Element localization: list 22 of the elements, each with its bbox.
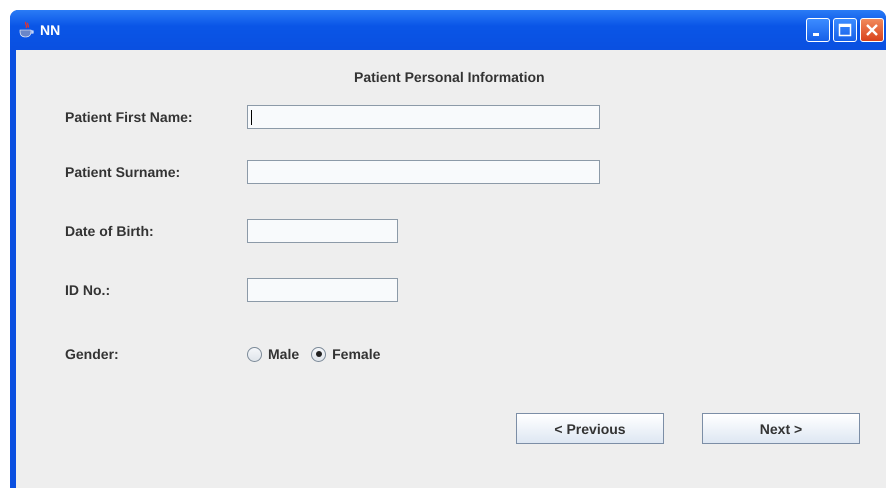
- text-field[interactable]: [247, 219, 398, 243]
- form-heading: Patient Personal Information: [354, 69, 546, 87]
- minimize-icon: [813, 32, 819, 36]
- close-icon: [865, 23, 879, 37]
- field-label: Patient First Name:: [65, 109, 194, 125]
- text-field[interactable]: [247, 278, 398, 302]
- nav-button[interactable]: Next >: [702, 413, 860, 444]
- field-label: Gender:: [65, 346, 120, 362]
- close-button[interactable]: [860, 18, 884, 42]
- field-label: Date of Birth:: [65, 223, 155, 239]
- radio-option[interactable]: Female: [311, 346, 380, 362]
- window-title: NN: [40, 22, 60, 38]
- nav-button[interactable]: < Previous: [516, 413, 664, 444]
- field-label: ID No.:: [65, 282, 112, 298]
- maximize-button[interactable]: [833, 18, 857, 42]
- radio-option[interactable]: Male: [247, 346, 300, 362]
- minimize-button[interactable]: [806, 18, 830, 42]
- text-field[interactable]: [247, 105, 600, 129]
- field-label: Patient Surname:: [65, 164, 182, 180]
- coffee-cup-icon: [18, 21, 34, 39]
- maximize-icon: [838, 23, 852, 37]
- text-field[interactable]: [247, 160, 600, 184]
